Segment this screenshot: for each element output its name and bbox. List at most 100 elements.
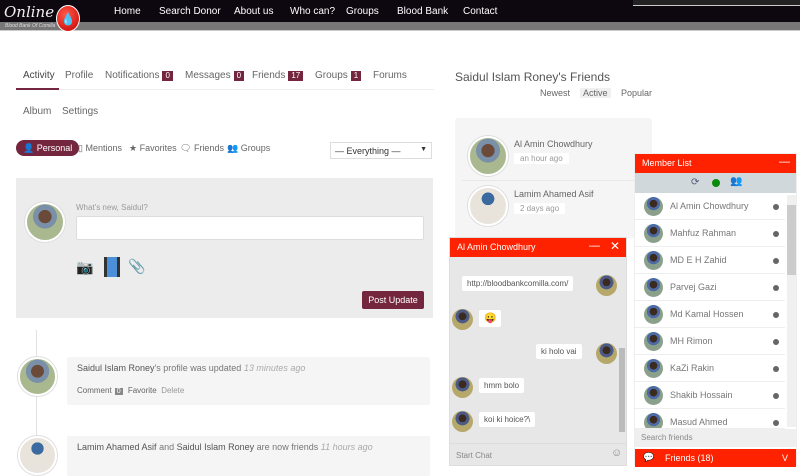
tab-groups[interactable]: Groups 1 xyxy=(315,70,362,81)
chat-input[interactable]: Start Chat xyxy=(456,451,492,460)
tab-friends[interactable]: Friends 17 xyxy=(252,70,304,81)
tab-notifications[interactable]: Notifications 0 xyxy=(105,70,173,81)
member-item[interactable]: MH Rimon xyxy=(635,328,785,355)
activity-item: Saidul Islam Roney's profile was updated… xyxy=(67,357,430,405)
minimize-icon[interactable]: — xyxy=(779,156,790,168)
filter-label: Friends xyxy=(193,143,224,153)
filter-personal[interactable]: 👤 Personal xyxy=(16,140,80,156)
member-item[interactable]: Md Kamal Hossen xyxy=(635,301,785,328)
member-item[interactable]: MD E H Zahid xyxy=(635,247,785,274)
nav-about-us[interactable]: About us xyxy=(234,6,273,17)
filter-label: Mentions xyxy=(85,143,122,153)
close-icon[interactable]: ✕ xyxy=(610,239,620,253)
users-icon: 👥 xyxy=(227,143,241,153)
tab-album[interactable]: Album xyxy=(23,106,51,117)
chat-message-sent: http://bloodbankcomilla.com/ xyxy=(462,276,574,291)
friends-toggle-bar[interactable]: 💬 Friends (18) V xyxy=(635,449,796,467)
member-item[interactable]: Parvej Gazi xyxy=(635,274,785,301)
user-link[interactable]: Saidul Islam Roney xyxy=(177,442,255,452)
member-toolbar: ⟳ 👥 xyxy=(635,173,796,193)
tab-divider xyxy=(16,89,434,90)
tab-profile[interactable]: Profile xyxy=(65,70,93,81)
user-link[interactable]: Saidul Islam Roney xyxy=(77,363,155,373)
friend-item: Lamim Ahamed Asif 2 days ago xyxy=(514,189,594,214)
comment-count: 0 xyxy=(114,388,123,395)
chat-scrollbar[interactable] xyxy=(619,348,625,432)
avatar xyxy=(644,224,663,243)
chat-icon: 🗨 xyxy=(180,143,194,153)
video-icon[interactable] xyxy=(104,257,120,277)
tab-label: Messages xyxy=(185,70,231,81)
member-item[interactable]: Shakib Hossain xyxy=(635,382,785,409)
timestamp: 11 hours ago xyxy=(320,442,373,452)
member-item[interactable]: Al Amin Chowdhury xyxy=(635,193,785,220)
tab-settings[interactable]: Settings xyxy=(62,106,98,117)
count-badge: 17 xyxy=(288,71,304,81)
tab-messages[interactable]: Messages 0 xyxy=(185,70,245,81)
users-icon[interactable]: 👥 xyxy=(730,176,742,187)
filter-favorites[interactable]: ★ Favorites xyxy=(129,140,177,156)
post-textarea[interactable] xyxy=(76,216,424,240)
user-link[interactable]: Lamim Ahamed Asif xyxy=(77,442,157,452)
activity-filter-select[interactable]: — Everything — ▼ xyxy=(330,142,432,159)
filter-mentions[interactable]: ▯ Mentions xyxy=(78,140,122,156)
count-badge: 0 xyxy=(162,71,173,81)
avatar[interactable] xyxy=(468,186,508,226)
user-icon: 👤 xyxy=(23,143,37,153)
chat-window: Al Amin Chowdhury — ✕ http://bloodbankco… xyxy=(449,237,627,466)
chat-header: Al Amin Chowdhury — ✕ xyxy=(450,238,626,257)
avatar[interactable] xyxy=(18,357,57,396)
friends-tab-active[interactable]: Active xyxy=(580,88,611,98)
avatar xyxy=(644,413,663,428)
nav-contact[interactable]: Contact xyxy=(463,6,497,17)
nav-blood-bank[interactable]: Blood Bank xyxy=(397,6,448,17)
member-item[interactable]: KaZi Rakin xyxy=(635,355,785,382)
top-strip xyxy=(633,0,800,6)
attachment-icon[interactable]: 📎 xyxy=(128,258,145,275)
avatar xyxy=(644,305,663,324)
refresh-icon[interactable]: ⟳ xyxy=(691,177,699,188)
avatar xyxy=(644,251,663,270)
nav-search-donor[interactable]: Search Donor xyxy=(159,6,221,17)
delete-button[interactable]: Delete xyxy=(161,386,184,395)
camera-icon[interactable]: 📷 xyxy=(76,259,93,276)
count-badge: 1 xyxy=(350,71,362,81)
member-scrollbar[interactable] xyxy=(787,195,796,427)
member-name: Al Amin Chowdhury xyxy=(670,201,749,211)
filter-friends[interactable]: 🗨 Friends xyxy=(180,140,224,156)
friends-tab-newest[interactable]: Newest xyxy=(540,88,570,98)
member-item[interactable]: Masud Ahmed xyxy=(635,409,785,429)
status-dot xyxy=(773,285,779,291)
logo[interactable]: Online xyxy=(4,3,54,21)
friends-tab-popular[interactable]: Popular xyxy=(621,88,652,98)
divider xyxy=(462,180,647,181)
chat-message-received: hmm bolo xyxy=(479,378,525,393)
member-item[interactable]: Mahfuz Rahman xyxy=(635,220,785,247)
emoji-icon[interactable]: ☺ xyxy=(611,447,622,459)
online-status-icon[interactable] xyxy=(712,179,720,187)
friend-last-active: 2 days ago xyxy=(514,203,566,214)
avatar[interactable] xyxy=(25,202,65,242)
status-dot xyxy=(773,312,779,318)
tab-activity[interactable]: Activity xyxy=(23,70,55,81)
friend-name[interactable]: Lamim Ahamed Asif xyxy=(514,189,594,199)
avatar[interactable] xyxy=(18,436,57,475)
search-friends-input[interactable]: Search friends xyxy=(635,429,796,447)
expand-toggle[interactable]: V xyxy=(782,453,788,463)
post-update-button[interactable]: Post Update xyxy=(362,291,424,309)
avatar[interactable] xyxy=(468,136,508,176)
nav-home[interactable]: Home xyxy=(114,6,141,17)
activity-text: are now friends xyxy=(256,442,319,452)
member-name: MH Rimon xyxy=(670,336,713,346)
tab-forums[interactable]: Forums xyxy=(373,70,407,81)
nav-who-can[interactable]: Who can? xyxy=(290,6,335,17)
comment-button[interactable]: Comment xyxy=(77,386,112,395)
avatar xyxy=(452,309,473,330)
minimize-icon[interactable]: — xyxy=(589,240,600,252)
member-name: Mahfuz Rahman xyxy=(670,228,737,238)
friend-name[interactable]: Al Amin Chowdhury xyxy=(514,139,593,149)
star-icon: ★ xyxy=(129,143,140,153)
nav-groups[interactable]: Groups xyxy=(346,6,379,17)
favorite-button[interactable]: Favorite xyxy=(128,386,157,395)
filter-groups[interactable]: 👥 Groups xyxy=(227,140,270,156)
